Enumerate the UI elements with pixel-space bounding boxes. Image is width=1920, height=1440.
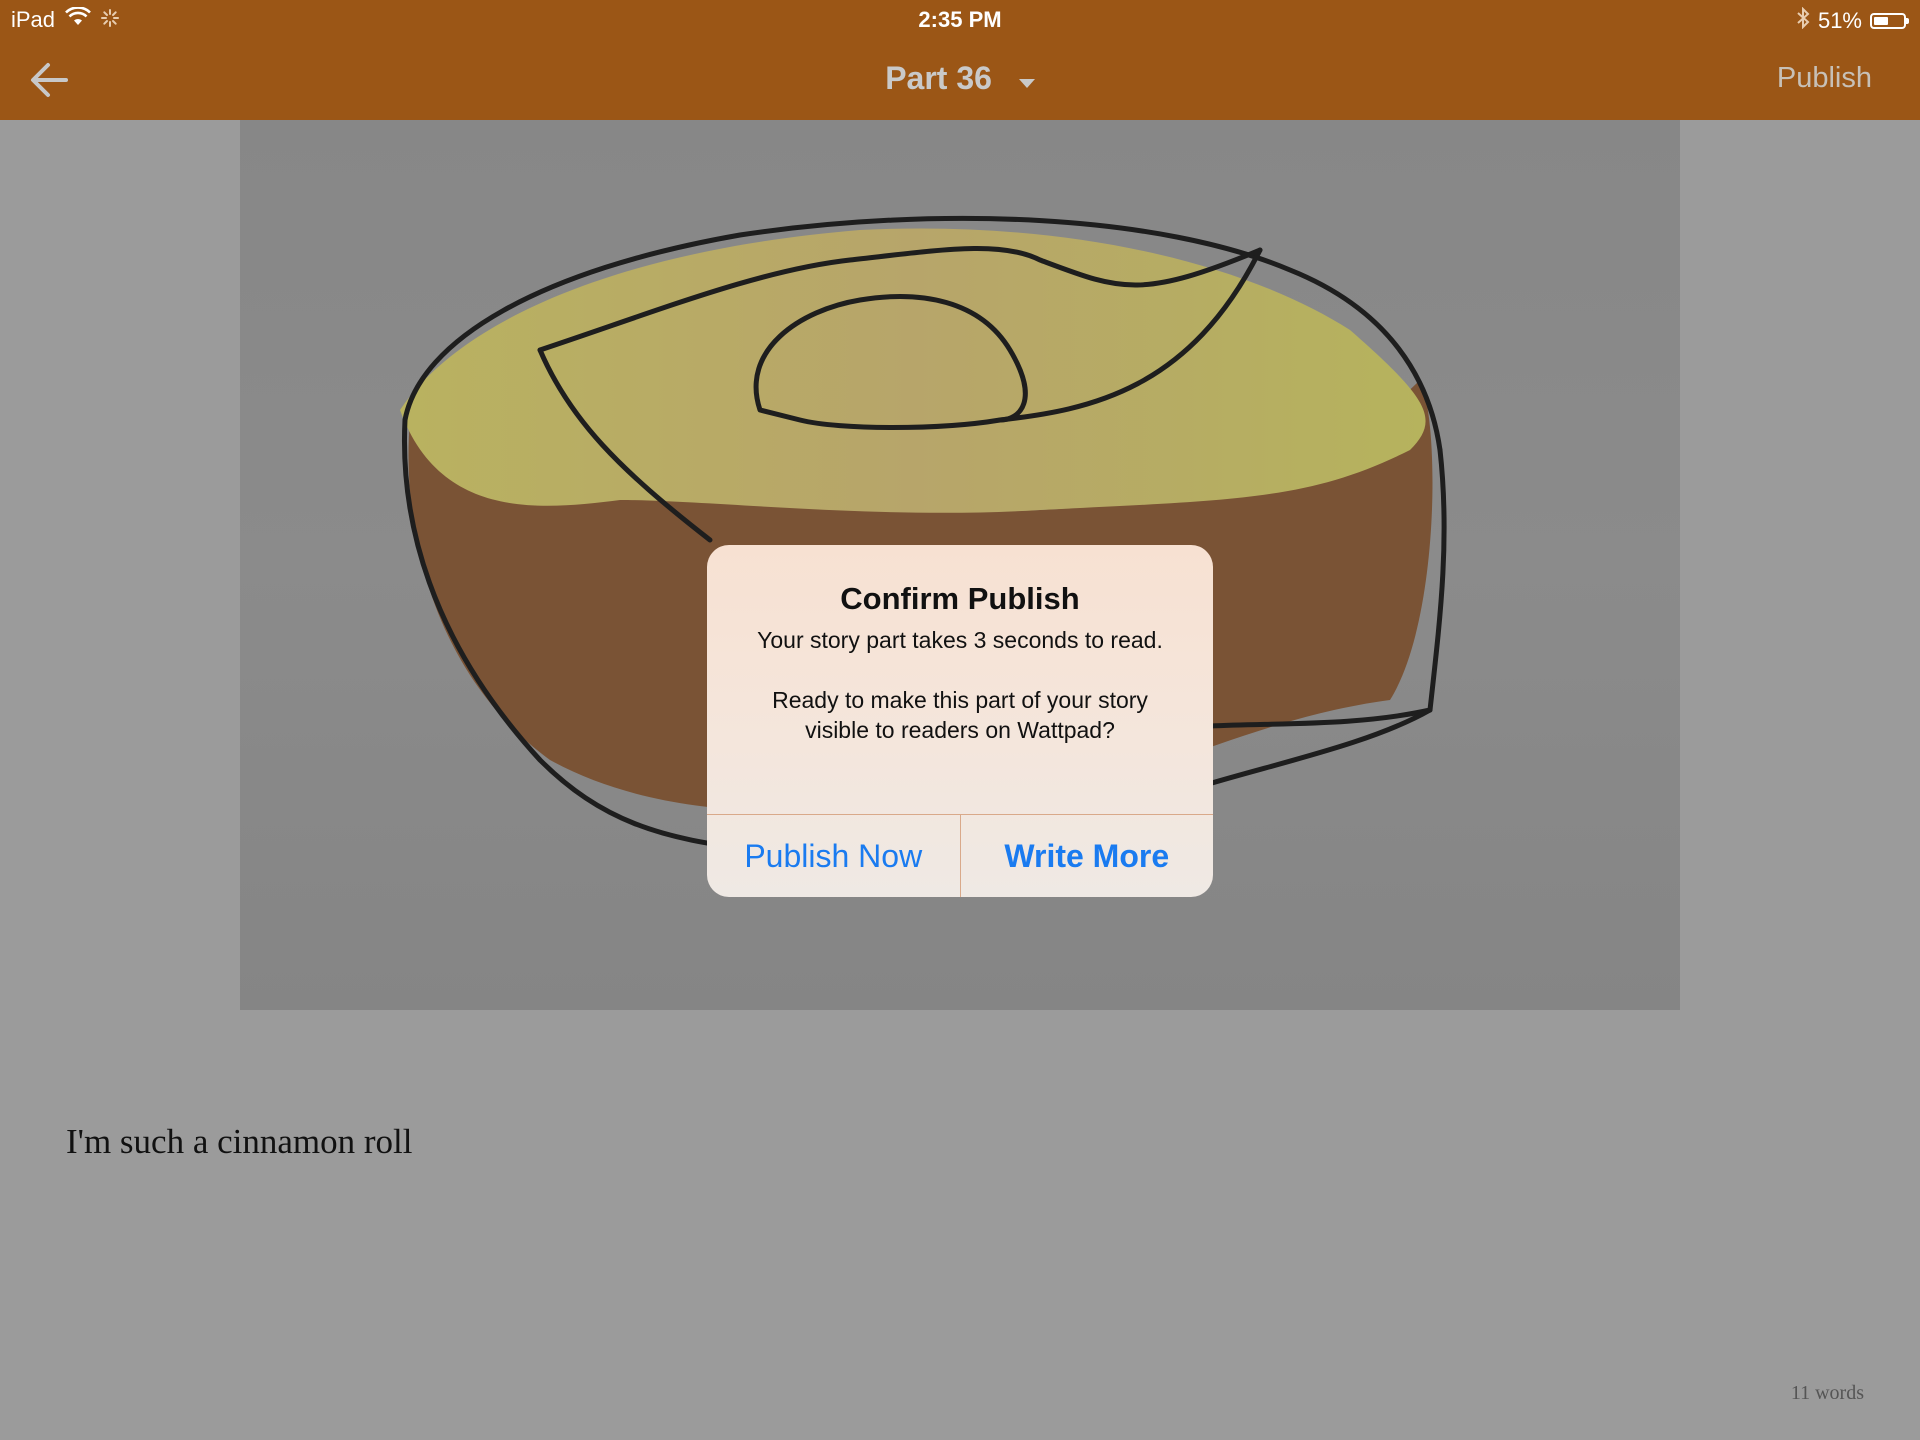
part-selector[interactable]: Part 36 xyxy=(0,60,1920,97)
dialog-title: Confirm Publish xyxy=(840,581,1080,616)
battery-icon xyxy=(1870,13,1909,29)
page-title: Part 36 xyxy=(885,60,992,96)
caret-down-icon xyxy=(1018,60,1035,97)
story-text[interactable]: I'm such a cinnamon roll xyxy=(66,1122,413,1162)
bluetooth-icon xyxy=(1796,6,1810,35)
status-time: 2:35 PM xyxy=(918,7,1002,32)
dialog-message-read-time: Your story part takes 3 seconds to read. xyxy=(757,627,1163,653)
publish-now-button[interactable]: Publish Now xyxy=(707,815,960,897)
word-count: 11 words xyxy=(1790,1382,1864,1404)
dialog-message-confirm: Ready to make this part of your story vi… xyxy=(772,687,1148,743)
battery-percent: 51% xyxy=(1817,8,1862,33)
battery-level xyxy=(1874,17,1888,25)
dialog-message: Your story part takes 3 seconds to read.… xyxy=(737,625,1183,775)
status-right: 51% xyxy=(1796,6,1909,35)
confirm-publish-dialog: Confirm Publish Your story part takes 3 … xyxy=(707,545,1213,897)
dialog-buttons: Publish Now Write More xyxy=(707,814,1213,897)
status-bar: iPad 2:35 PM 51% xyxy=(0,0,1920,40)
write-more-button[interactable]: Write More xyxy=(959,815,1214,897)
navigation-bar: Part 36 Publish xyxy=(0,40,1920,120)
publish-button[interactable]: Publish xyxy=(1777,62,1872,95)
